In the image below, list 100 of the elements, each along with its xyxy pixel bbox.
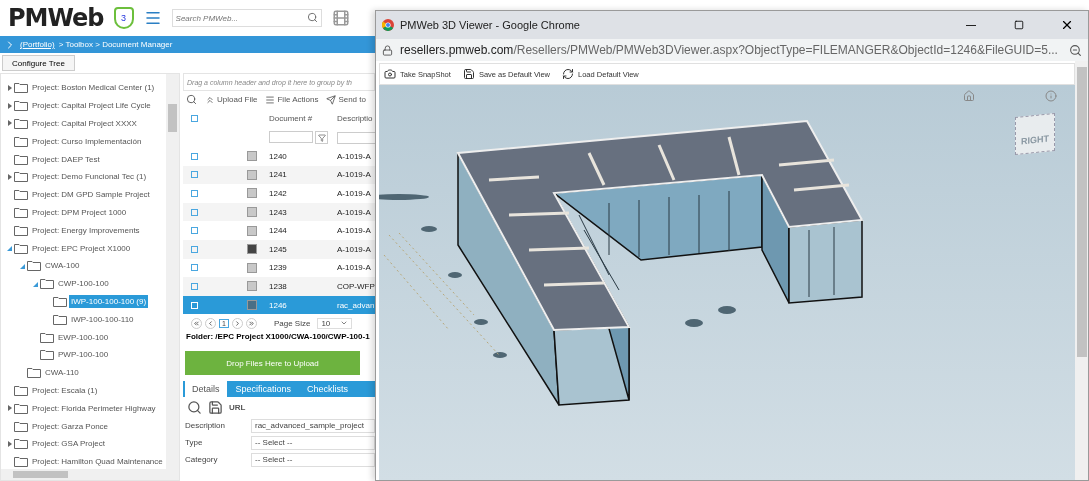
first-page-icon <box>193 319 200 327</box>
scrollbar[interactable] <box>1 469 179 480</box>
checkbox[interactable] <box>191 264 198 272</box>
next-page-button[interactable] <box>231 317 243 329</box>
collapse-arrow-icon[interactable] <box>7 245 12 252</box>
folder-icon <box>40 278 54 290</box>
tab[interactable]: Details <box>185 381 227 398</box>
folder-icon <box>53 313 67 325</box>
window-title: PMWeb 3D Viewer - Google Chrome <box>400 19 581 31</box>
input-field[interactable]: rac_advanced_sample_project <box>251 418 375 433</box>
tree-item[interactable]: Project: DAEP Test <box>30 152 102 166</box>
folder-icon <box>14 402 28 414</box>
search-icon[interactable] <box>187 399 202 415</box>
folder-icon <box>14 384 28 396</box>
last-page-button[interactable] <box>245 317 257 329</box>
scrollbar[interactable] <box>166 74 179 469</box>
page-size-dropdown[interactable]: 10 <box>317 317 353 329</box>
column-header[interactable]: Document # <box>269 113 337 123</box>
logo: PMWeb <box>8 4 104 32</box>
field-label: Description <box>185 421 226 431</box>
filter-field[interactable] <box>269 131 313 143</box>
notification-badge[interactable]: 3 <box>113 7 134 29</box>
first-page-button[interactable] <box>191 317 202 329</box>
folder-icon <box>14 224 28 236</box>
tree-item[interactable]: Project: Energy Improvements <box>30 223 142 237</box>
input-field[interactable]: -- Select -- <box>251 452 375 467</box>
scrollbar[interactable] <box>1075 61 1088 480</box>
tree-item[interactable]: Project: Florida Perimeter Highway <box>30 401 158 415</box>
filter-button[interactable] <box>315 131 328 144</box>
collapse-arrow-icon[interactable] <box>20 262 25 269</box>
tree-item[interactable]: EWP-100-100 <box>56 330 111 344</box>
tree-item[interactable]: Project: Hamilton Quad Maintenance <box>30 455 165 469</box>
filter-field[interactable] <box>337 131 375 144</box>
checkbox[interactable] <box>191 227 198 235</box>
home-icon[interactable] <box>963 90 975 102</box>
toolbar-button[interactable]: File Actions <box>265 94 319 105</box>
save-icon[interactable] <box>208 399 223 415</box>
table-cell-text: A-1019-A <box>337 207 372 217</box>
toolbar-button[interactable]: Send to <box>326 94 366 105</box>
search-field[interactable]: Search PMWeb... <box>171 9 322 27</box>
input-field[interactable]: -- Select -- <box>251 435 375 450</box>
table-cell-text: A-1019-A <box>337 226 372 236</box>
checkbox[interactable] <box>191 282 198 290</box>
previous-page-button[interactable] <box>205 317 216 329</box>
film-icon[interactable] <box>331 9 350 27</box>
folder-icon <box>14 206 28 218</box>
info-icon[interactable] <box>1045 90 1057 102</box>
tree-item[interactable]: Project: DM GPD Sample Project <box>30 188 152 202</box>
table-row[interactable]: 1238 COP-WFP <box>183 277 375 296</box>
tree-item[interactable]: IWP-100-100-110 <box>69 312 136 326</box>
last-page-icon <box>247 319 255 327</box>
tree-item[interactable]: Project: Garza Ponce <box>30 419 111 433</box>
zoom-icon[interactable] <box>1069 43 1082 57</box>
folder-icon <box>14 135 28 147</box>
tree-item[interactable]: Project: EPC Project X1000 <box>30 241 133 255</box>
lock-icon <box>382 44 393 56</box>
collapse-arrow-icon[interactable] <box>33 280 38 287</box>
expand-arrow-icon[interactable] <box>7 440 12 447</box>
table-cell-text: 1246 <box>269 300 288 310</box>
configure-tree-button[interactable]: Configure Tree <box>2 55 75 71</box>
tree-item[interactable]: CWA-110 <box>43 366 81 380</box>
menu-icon[interactable] <box>143 9 162 27</box>
checkbox[interactable] <box>191 114 198 122</box>
tree-item[interactable]: Project: Demo Funcional Tec (1) <box>30 170 149 184</box>
tree-item[interactable]: Project: DPM Project 1000 <box>30 205 129 219</box>
field-label: Category <box>185 455 219 465</box>
tree-item[interactable]: CWP-100-100 <box>56 277 111 291</box>
filter-icon <box>317 133 326 142</box>
search-icon[interactable] <box>186 94 197 105</box>
checkbox[interactable] <box>191 208 198 216</box>
tree-item[interactable]: Project: Curso Implementación <box>30 134 144 148</box>
table-cell-text: 1238 <box>269 281 288 291</box>
folder-icon <box>40 349 54 361</box>
checkbox[interactable] <box>191 245 198 253</box>
column-header[interactable]: Descriptio <box>337 113 375 123</box>
expand-arrow-icon[interactable] <box>7 84 12 91</box>
checkbox[interactable] <box>191 152 198 160</box>
folder-icon <box>14 118 28 129</box>
expand-arrow-icon[interactable] <box>7 120 12 127</box>
toolbar-button[interactable]: Upload File <box>205 94 258 105</box>
search-icon[interactable] <box>306 12 318 23</box>
expand-arrow-icon[interactable] <box>7 173 12 180</box>
checkbox[interactable] <box>191 171 198 179</box>
tree-item[interactable]: Project: Escala (1) <box>30 383 100 397</box>
table-cell-text: A-1019-A <box>337 263 372 273</box>
folder-icon <box>40 331 54 343</box>
tree-item[interactable]: Project: GSA Project <box>30 437 107 451</box>
expand-arrow-icon[interactable] <box>7 102 12 109</box>
tree-item[interactable]: PWP-100-100 <box>56 348 111 362</box>
tree-item[interactable]: Project: Capital Project XXXX <box>30 117 139 130</box>
expand-arrow-icon[interactable] <box>7 405 12 412</box>
tree-item[interactable]: CWA-100 <box>43 259 82 273</box>
tree-item[interactable]: Project: Capital Project Life Cycle <box>30 99 153 113</box>
menu-icon <box>265 94 276 105</box>
folder-icon <box>27 367 41 379</box>
table-cell-text: 1241 <box>269 170 288 180</box>
save-icon <box>462 68 475 80</box>
tree-item[interactable]: Project: Boston Medical Center (1) <box>30 81 157 95</box>
url-button[interactable]: URL <box>229 402 246 412</box>
checkbox[interactable] <box>191 190 198 197</box>
